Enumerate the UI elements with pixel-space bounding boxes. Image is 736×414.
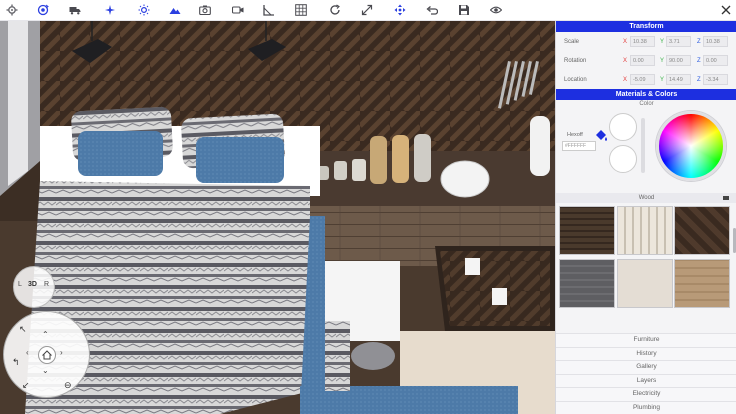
hex-label: Hexoff (567, 132, 583, 138)
color-picker: Hexoff #FFFFFF (556, 108, 736, 193)
view-right-label[interactable]: R (44, 281, 49, 288)
paint-bucket-icon[interactable] (593, 128, 609, 144)
view-mode-label[interactable]: 3D (28, 281, 37, 288)
nav-item-furniture[interactable]: Furniture (556, 333, 736, 347)
transform-row-rotation: Rotation X 0.00 Y 90.00 Z 0.00 (556, 51, 736, 70)
rotate-left-icon[interactable]: ↰ (12, 357, 20, 368)
rotate-up-icon[interactable]: ↖ (19, 324, 27, 335)
move-icon[interactable] (393, 3, 407, 17)
material-swatch[interactable] (617, 259, 673, 308)
3d-viewport[interactable]: L 3D R ⌃ ⌄ ‹ › ↖ ↰ ↙ ⊖ (0, 21, 555, 414)
material-swatch[interactable] (674, 259, 730, 308)
rotate-view-icon[interactable] (36, 3, 50, 17)
pan-right-icon[interactable]: › (60, 348, 63, 357)
save-icon[interactable] (457, 3, 471, 17)
material-swatch-grid (556, 203, 736, 311)
magic-wand-icon[interactable] (103, 3, 117, 17)
transform-row-label: Rotation (564, 57, 587, 64)
panel-nav: Furniture History Gallery Layers Electri… (556, 333, 736, 414)
rotate-down-icon[interactable]: ↙ (22, 380, 30, 391)
view-mode-dial[interactable]: L 3D R (13, 266, 55, 308)
camera-icon[interactable] (198, 3, 212, 17)
transform-row-label: Location (564, 76, 587, 83)
rotation-z-field[interactable]: 0.00 (703, 55, 728, 66)
axis-z-label: Z (697, 38, 701, 45)
category-toggle-icon[interactable] (723, 196, 729, 200)
primary-color-swatch[interactable] (609, 113, 637, 141)
axis-y-label: Y (660, 38, 665, 45)
transform-row-label: Scale (564, 38, 580, 45)
location-x-field[interactable]: -5.09 (630, 74, 655, 85)
axis-y-label: Y (660, 57, 665, 64)
sun-icon[interactable] (137, 3, 151, 17)
transform-row-location: Location X -5.09 Y 14.49 Z -3.34 (556, 70, 736, 89)
pan-up-icon[interactable]: ⌃ (42, 330, 49, 339)
terrain-icon[interactable] (168, 3, 182, 17)
color-label: Color (639, 101, 654, 107)
close-icon[interactable] (719, 3, 733, 17)
materials-header[interactable]: Materials & Colors (556, 89, 736, 100)
view-left-label[interactable]: L (18, 281, 22, 288)
secondary-color-swatch[interactable] (609, 145, 637, 173)
axis-y-label: Y (660, 76, 665, 83)
color-wheel[interactable] (656, 111, 726, 181)
scale-y-field[interactable]: 3.71 (666, 36, 691, 47)
properties-panel: Transform Scale X 10.38 Y 3.71 Z 10.38 R… (555, 21, 736, 414)
location-y-field[interactable]: 14.49 (666, 74, 691, 85)
pan-down-icon[interactable]: ⌄ (42, 366, 49, 375)
resize-icon[interactable] (360, 3, 374, 17)
home-icon[interactable] (38, 346, 56, 364)
pan-left-icon[interactable]: ‹ (26, 348, 29, 357)
material-category-header[interactable]: Wood (556, 193, 736, 203)
axis-z-label: Z (697, 76, 701, 83)
material-swatch[interactable] (559, 259, 615, 308)
nav-item-layers[interactable]: Layers (556, 373, 736, 387)
navigation-pad[interactable]: ⌃ ⌄ ‹ › ↖ ↰ ↙ ⊖ (3, 311, 90, 398)
hex-input[interactable]: #FFFFFF (562, 141, 596, 151)
video-camera-icon[interactable] (231, 3, 245, 17)
grid-icon[interactable] (294, 3, 308, 17)
axis-x-label: X (623, 76, 628, 83)
truck-icon[interactable] (68, 3, 82, 17)
eye-icon[interactable] (489, 3, 503, 17)
material-swatch[interactable] (617, 206, 673, 255)
rotation-x-field[interactable]: 0.00 (630, 55, 655, 66)
scale-z-field[interactable]: 10.38 (703, 36, 728, 47)
scale-x-field[interactable]: 10.38 (630, 36, 655, 47)
ruler-angle-icon[interactable] (262, 3, 276, 17)
zoom-out-icon[interactable]: ⊖ (64, 380, 72, 391)
brightness-slider[interactable] (641, 118, 645, 173)
transform-row-scale: Scale X 10.38 Y 3.71 Z 10.38 (556, 32, 736, 51)
gear-icon[interactable] (5, 3, 19, 17)
material-swatch[interactable] (559, 206, 615, 255)
location-z-field[interactable]: -3.34 (703, 74, 728, 85)
undo-icon[interactable] (425, 3, 439, 17)
axis-z-label: Z (697, 57, 701, 64)
nav-item-electricity[interactable]: Electricity (556, 387, 736, 401)
nav-item-plumbing[interactable]: Plumbing (556, 400, 736, 414)
axis-x-label: X (623, 38, 628, 45)
material-category-label: Wood (638, 195, 655, 201)
nav-item-history[interactable]: History (556, 346, 736, 360)
rotation-y-field[interactable]: 90.00 (666, 55, 691, 66)
refresh-icon[interactable] (328, 3, 342, 17)
material-swatch[interactable] (674, 206, 730, 255)
transform-header[interactable]: Transform (556, 21, 736, 32)
nav-item-gallery[interactable]: Gallery (556, 360, 736, 374)
top-toolbar (0, 0, 736, 21)
axis-x-label: X (623, 57, 628, 64)
